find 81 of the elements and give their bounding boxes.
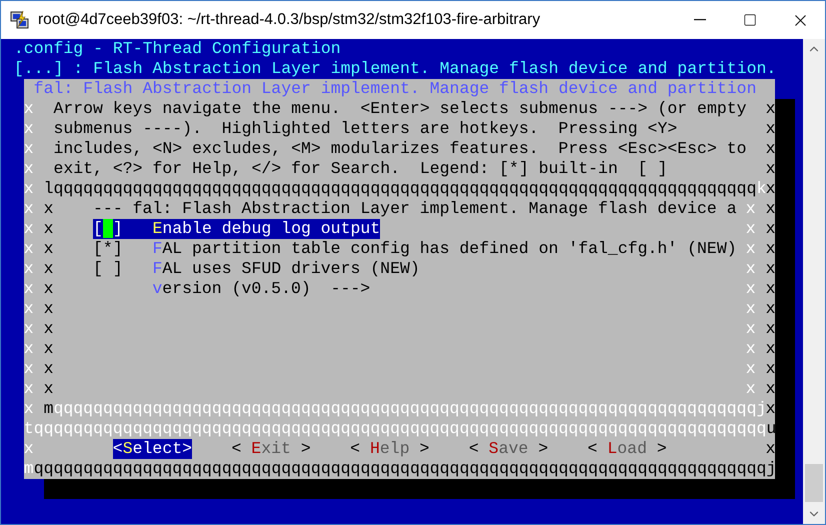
border-text: x [24, 119, 34, 139]
dialog-button[interactable]: < Help > [350, 439, 430, 459]
scrollbar[interactable] [803, 39, 825, 524]
config-header: .config - RT-Thread Configuration [14, 39, 341, 59]
border-text: x [746, 219, 756, 239]
border-text: x [44, 239, 54, 259]
border-text: x [44, 359, 54, 379]
border-text: x [746, 379, 756, 399]
border-text: x [746, 299, 756, 319]
border-text: x [44, 299, 54, 319]
breadcrumb-text: [...] : Flash Abstraction Layer implement. Manage flash device and partition. [14, 59, 776, 79]
border-text: x [44, 219, 54, 239]
border-text: tqqqqqqqqqqqqqqqqqqqqqqqqqqqqqqqqqqqqqqqqqqqqqqqqqqqqqqqqqqqqqqqqqqqqqqqqqqu [24, 419, 776, 439]
menu-comment: --- fal: Flash Abstraction Layer implement. Manage flash device a [93, 199, 737, 219]
border-text: x [44, 339, 54, 359]
border-text: x [766, 279, 776, 299]
border-text: x [766, 119, 776, 139]
border-text: x [766, 359, 776, 379]
border-text: x [24, 359, 34, 379]
help-text: exit, <?> for Help, </> for Search. Legend: [*] built-in [ ] [53, 159, 668, 179]
menu-item[interactable]: [ ] FAL uses SFUD drivers (NEW) [93, 259, 420, 279]
border-text: x [746, 199, 756, 219]
border-text: x [766, 379, 776, 399]
border-text: x [766, 99, 776, 119]
border-text: x [766, 319, 776, 339]
border-text: x [766, 159, 776, 179]
scroll-thumb[interactable] [805, 464, 823, 502]
border-text: x [24, 339, 34, 359]
border-text: x [24, 379, 34, 399]
border-text: x [24, 259, 34, 279]
help-text: includes, <N> excludes, <M> modularizes features. Press <Esc><Esc> to [53, 139, 747, 159]
dialog-button[interactable]: < Save > [468, 439, 548, 459]
border-text: x [766, 179, 776, 199]
terminal-app-icon [10, 10, 30, 30]
border-text: x [766, 139, 776, 159]
border-text: x [766, 219, 776, 239]
border-text: x [746, 279, 756, 299]
border-text: x [24, 319, 34, 339]
menu-item[interactable]: version (v0.5.0) ---> [152, 279, 370, 299]
border-text: x [24, 179, 34, 199]
border-text: x [766, 439, 776, 459]
border-text: x [24, 399, 34, 419]
border-text: x [746, 339, 756, 359]
border-text: x [766, 239, 776, 259]
border-text: x [766, 339, 776, 359]
border-text: x [746, 259, 756, 279]
border-text: x [44, 319, 54, 339]
border-text: x [44, 199, 54, 219]
border-text: x [44, 279, 54, 299]
dialog-title: fal: Flash Abstraction Layer implement. Manage flash device and partition [34, 79, 756, 99]
border-text: x [24, 239, 34, 259]
border-text: x [24, 299, 34, 319]
border-text: x [746, 319, 756, 339]
help-text: Arrow keys navigate the menu. <Enter> selects submenus ---> (or empty [53, 99, 747, 119]
window-title: root@4d7ceeb39f03: ~/rt-thread-4.0.3/bsp/stm32/stm32f103-fire-arbitrary [38, 11, 542, 29]
maximize-icon [743, 13, 757, 27]
border-text: lqqqqqqqqqqqqqqqqqqqqqqqqqqqqqqqqqqqqqqqqqqqqqqqqqqqqqqqqqqqqqqqqqqqqqqqk [44, 179, 766, 199]
border-text: x [766, 259, 776, 279]
border-text: mqqqqqqqqqqqqqqqqqqqqqqqqqqqqqqqqqqqqqqqqqqqqqqqqqqqqqqqqqqqqqqqqqqqqqqqj [44, 399, 766, 419]
dialog-button[interactable]: < Exit > [231, 439, 311, 459]
border-text: x [766, 299, 776, 319]
border-text: x [24, 139, 34, 159]
help-text: submenus ----). Highlighted letters are hotkeys. Pressing <Y> [53, 119, 678, 139]
border-text: x [766, 199, 776, 219]
border-text: x [24, 279, 34, 299]
border-text: x [24, 99, 34, 119]
dialog-button[interactable]: <Select> [112, 439, 192, 459]
border-text: mqqqqqqqqqqqqqqqqqqqqqqqqqqqqqqqqqqqqqqqqqqqqqqqqqqqqqqqqqqqqqqqqqqqqqqqqqqj [24, 459, 776, 479]
border-text: x [44, 259, 54, 279]
border-text: x [24, 439, 34, 459]
border-text: x [24, 219, 34, 239]
menu-item[interactable]: [*] FAL partition table config has defined on 'fal_cfg.h' (NEW) [93, 239, 737, 259]
border-text: x [24, 159, 34, 179]
border-text: x [44, 379, 54, 399]
menu-item[interactable]: [ ] Enable debug log output [93, 219, 380, 239]
minimize-icon [694, 19, 706, 21]
border-text: x [766, 399, 776, 419]
border-text: x [24, 199, 34, 219]
border-text: x [746, 239, 756, 259]
dialog-button[interactable]: < Load > [588, 439, 667, 459]
border-text: x [746, 359, 756, 379]
